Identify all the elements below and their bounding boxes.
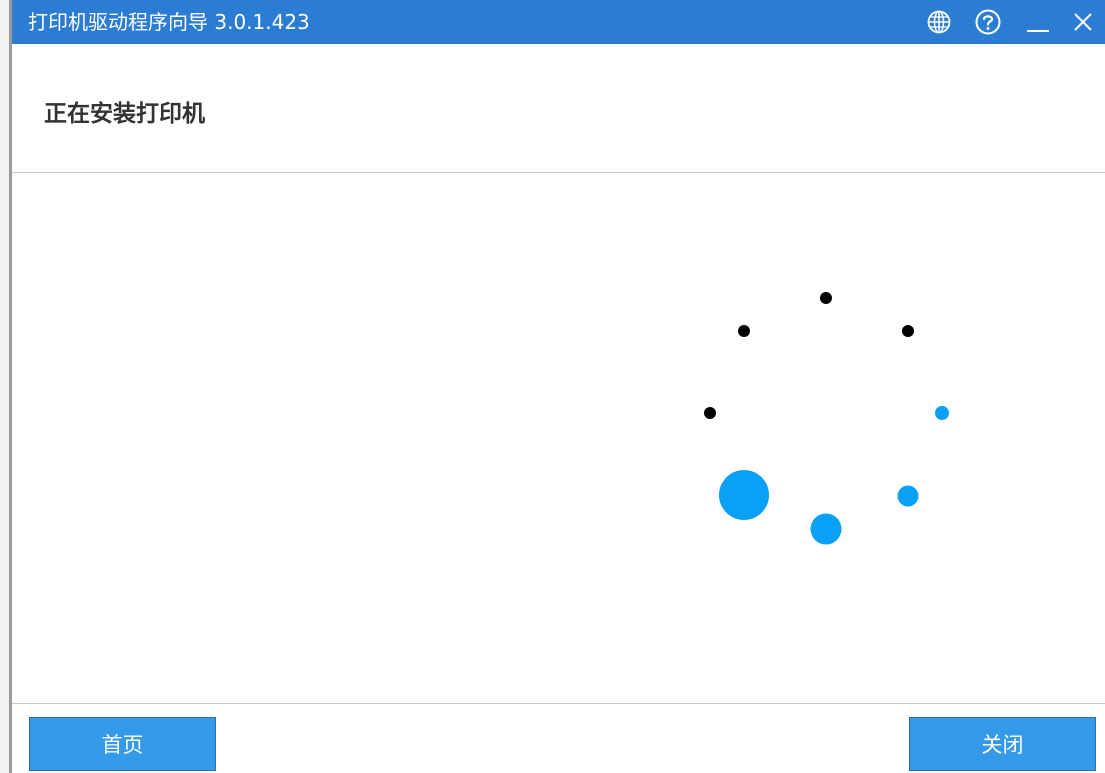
close-window-button[interactable] bbox=[1067, 6, 1099, 38]
close-icon bbox=[1074, 13, 1092, 31]
minimize-button[interactable] bbox=[1022, 6, 1054, 38]
help-button[interactable] bbox=[972, 6, 1004, 38]
spinner-dot bbox=[719, 470, 769, 520]
spinner-dot bbox=[704, 407, 716, 419]
spinner-dot bbox=[820, 292, 832, 304]
loading-spinner bbox=[704, 292, 949, 545]
home-button[interactable]: 首页 bbox=[29, 717, 216, 771]
help-icon bbox=[975, 9, 1001, 35]
content-area bbox=[12, 173, 1105, 703]
spinner-dot bbox=[810, 513, 842, 545]
close-button[interactable]: 关闭 bbox=[909, 717, 1096, 771]
spinner-dot bbox=[935, 406, 949, 420]
installer-window: 打印机驱动程序向导 3.0.1.423 正在安装打印机 首页 关闭 bbox=[0, 0, 1105, 773]
spinner-dot bbox=[738, 325, 750, 337]
globe-icon bbox=[927, 10, 951, 34]
page-header: 正在安装打印机 bbox=[12, 44, 1105, 172]
minimize-icon bbox=[1027, 30, 1049, 32]
spinner-dot bbox=[897, 485, 919, 507]
footer: 首页 关闭 bbox=[12, 704, 1105, 773]
language-button[interactable] bbox=[923, 6, 955, 38]
title-bar[interactable]: 打印机驱动程序向导 3.0.1.423 bbox=[12, 0, 1105, 44]
window-left-border bbox=[0, 0, 12, 773]
spinner-dot bbox=[902, 325, 914, 337]
window-title: 打印机驱动程序向导 3.0.1.423 bbox=[28, 10, 310, 34]
page-title: 正在安装打印机 bbox=[44, 101, 205, 127]
